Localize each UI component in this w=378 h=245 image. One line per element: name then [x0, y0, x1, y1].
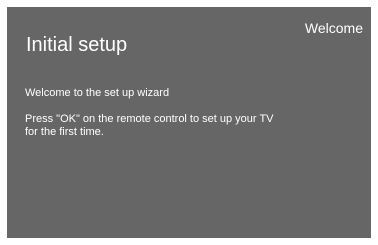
setup-wizard-screen: Welcome Initial setup Welcome to the set…: [7, 7, 371, 238]
instruction-text: Press "OK" on the remote control to set …: [25, 113, 274, 138]
wizard-body: Welcome to the set up wizard Press "OK" …: [25, 87, 345, 139]
welcome-text: Welcome to the set up wizard: [25, 87, 170, 99]
page-title: Initial setup: [26, 34, 128, 56]
step-label: Welcome: [304, 20, 363, 36]
